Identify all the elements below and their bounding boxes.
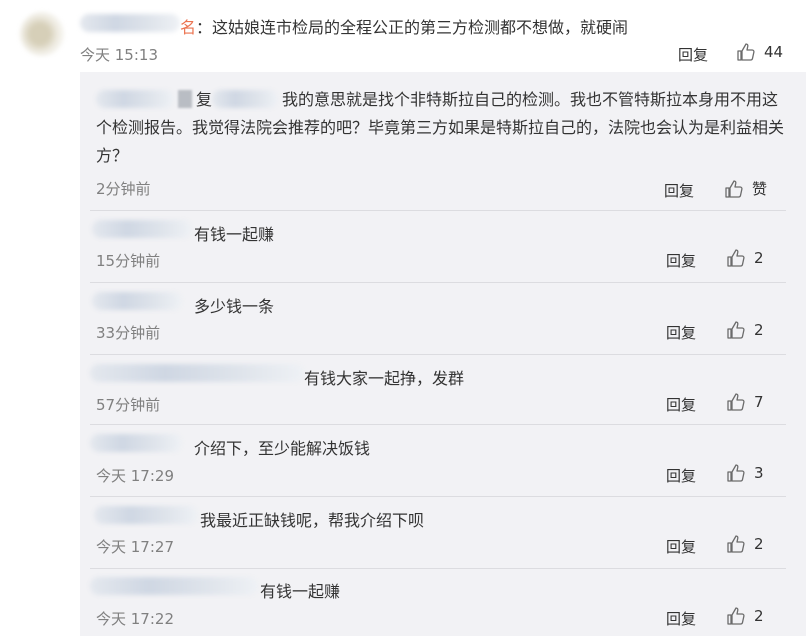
reply-3-text: 多少钱一条 — [194, 297, 275, 316]
main-comment: 名：这姑娘连市检局的全程公正的第三方检测都不想做，就硬闹 — [180, 14, 628, 38]
reply-5-reply-button[interactable]: 回复 — [666, 465, 696, 486]
reply-2-time: 15分钟前 — [96, 252, 161, 270]
thumbs-up-icon — [727, 321, 745, 339]
reply-6-time: 今天 17:27 — [96, 538, 174, 556]
thumbs-up-icon — [725, 179, 743, 198]
thumbs-up-icon — [727, 535, 745, 553]
reply-7-text: 有钱一起赚 — [260, 582, 341, 601]
reply-7-time: 今天 17:22 — [96, 610, 174, 628]
reply-3-time: 33分钟前 — [96, 324, 161, 342]
reply-1: 复我的意思就是找个非特斯拉自己的检测。我也不管特斯拉本身用不用这个检测报告。我觉… — [96, 86, 786, 170]
reply-1-time: 2分钟前 — [96, 180, 151, 198]
reply-7-like-button[interactable]: 2 — [726, 606, 764, 626]
main-like-button[interactable]: 44 — [736, 42, 783, 62]
reply-4-like-count: 7 — [754, 393, 764, 411]
reply-4-reply-button[interactable]: 回复 — [666, 394, 696, 415]
reply-1-prefix: 复 — [196, 90, 213, 109]
divider — [90, 210, 786, 211]
reply-6-like-count: 2 — [754, 535, 764, 553]
commenter-avatar[interactable] — [20, 12, 64, 56]
reply-1-like-count: 赞 — [752, 180, 768, 198]
reply-7-like-count: 2 — [754, 607, 764, 625]
reply-2-like-button[interactable]: 2 — [726, 248, 764, 268]
reply-3-reply-button[interactable]: 回复 — [666, 322, 696, 343]
main-like-count: 44 — [764, 43, 784, 61]
reply-3-like-count: 2 — [754, 321, 764, 339]
thumbs-up-icon — [727, 249, 745, 267]
reply-7-reply-button[interactable]: 回复 — [666, 608, 696, 629]
thumbs-up-icon — [727, 607, 745, 625]
reply-5-name-redacted[interactable] — [90, 434, 182, 452]
reply-6-like-button[interactable]: 2 — [726, 534, 764, 554]
reply-5-time: 今天 17:29 — [96, 467, 174, 485]
reply-4-name-redacted[interactable] — [90, 364, 304, 382]
main-comment-time: 今天 15:13 — [80, 46, 158, 64]
main-reply-button[interactable]: 回复 — [678, 44, 708, 65]
reply-5-like-count: 3 — [754, 464, 764, 482]
reply-1-like-button[interactable]: 赞 — [724, 178, 767, 199]
reply-2-reply-button[interactable]: 回复 — [666, 250, 696, 271]
divider — [90, 496, 786, 497]
reply-1-reply-button[interactable]: 回复 — [664, 180, 694, 201]
main-comment-text: ：这姑娘连市检局的全程公正的第三方检测都不想做，就硬闹 — [196, 18, 629, 37]
reply-6-name-redacted[interactable] — [94, 506, 198, 524]
reply-2-name-redacted[interactable] — [92, 220, 192, 238]
reply-6-text: 我最近正缺钱呢，帮我介绍下呗 — [200, 511, 425, 530]
divider — [90, 354, 786, 355]
divider — [90, 424, 786, 425]
reply-4-time: 57分钟前 — [96, 396, 161, 414]
reply-5-like-button[interactable]: 3 — [726, 463, 764, 483]
reply-3-like-button[interactable]: 2 — [726, 320, 764, 340]
thumbs-up-icon — [727, 393, 745, 411]
reply-2-like-count: 2 — [754, 249, 764, 267]
commenter-name[interactable]: 名 — [180, 18, 196, 37]
thumbs-up-icon — [727, 464, 745, 482]
reply-7-name-redacted[interactable] — [90, 577, 258, 595]
reply-3-name-redacted[interactable] — [92, 292, 182, 310]
commenter-name-redacted[interactable] — [80, 14, 180, 32]
reply-6-reply-button[interactable]: 回复 — [666, 536, 696, 557]
divider — [90, 282, 786, 283]
thumbs-up-icon — [737, 43, 755, 61]
reply-2-text: 有钱一起赚 — [194, 225, 275, 244]
divider — [90, 568, 786, 569]
reply-4-like-button[interactable]: 7 — [726, 392, 764, 412]
reply-5-text: 介绍下，至少能解决饭钱 — [194, 439, 371, 458]
reply-4-text: 有钱大家一起挣，发群 — [304, 369, 465, 388]
